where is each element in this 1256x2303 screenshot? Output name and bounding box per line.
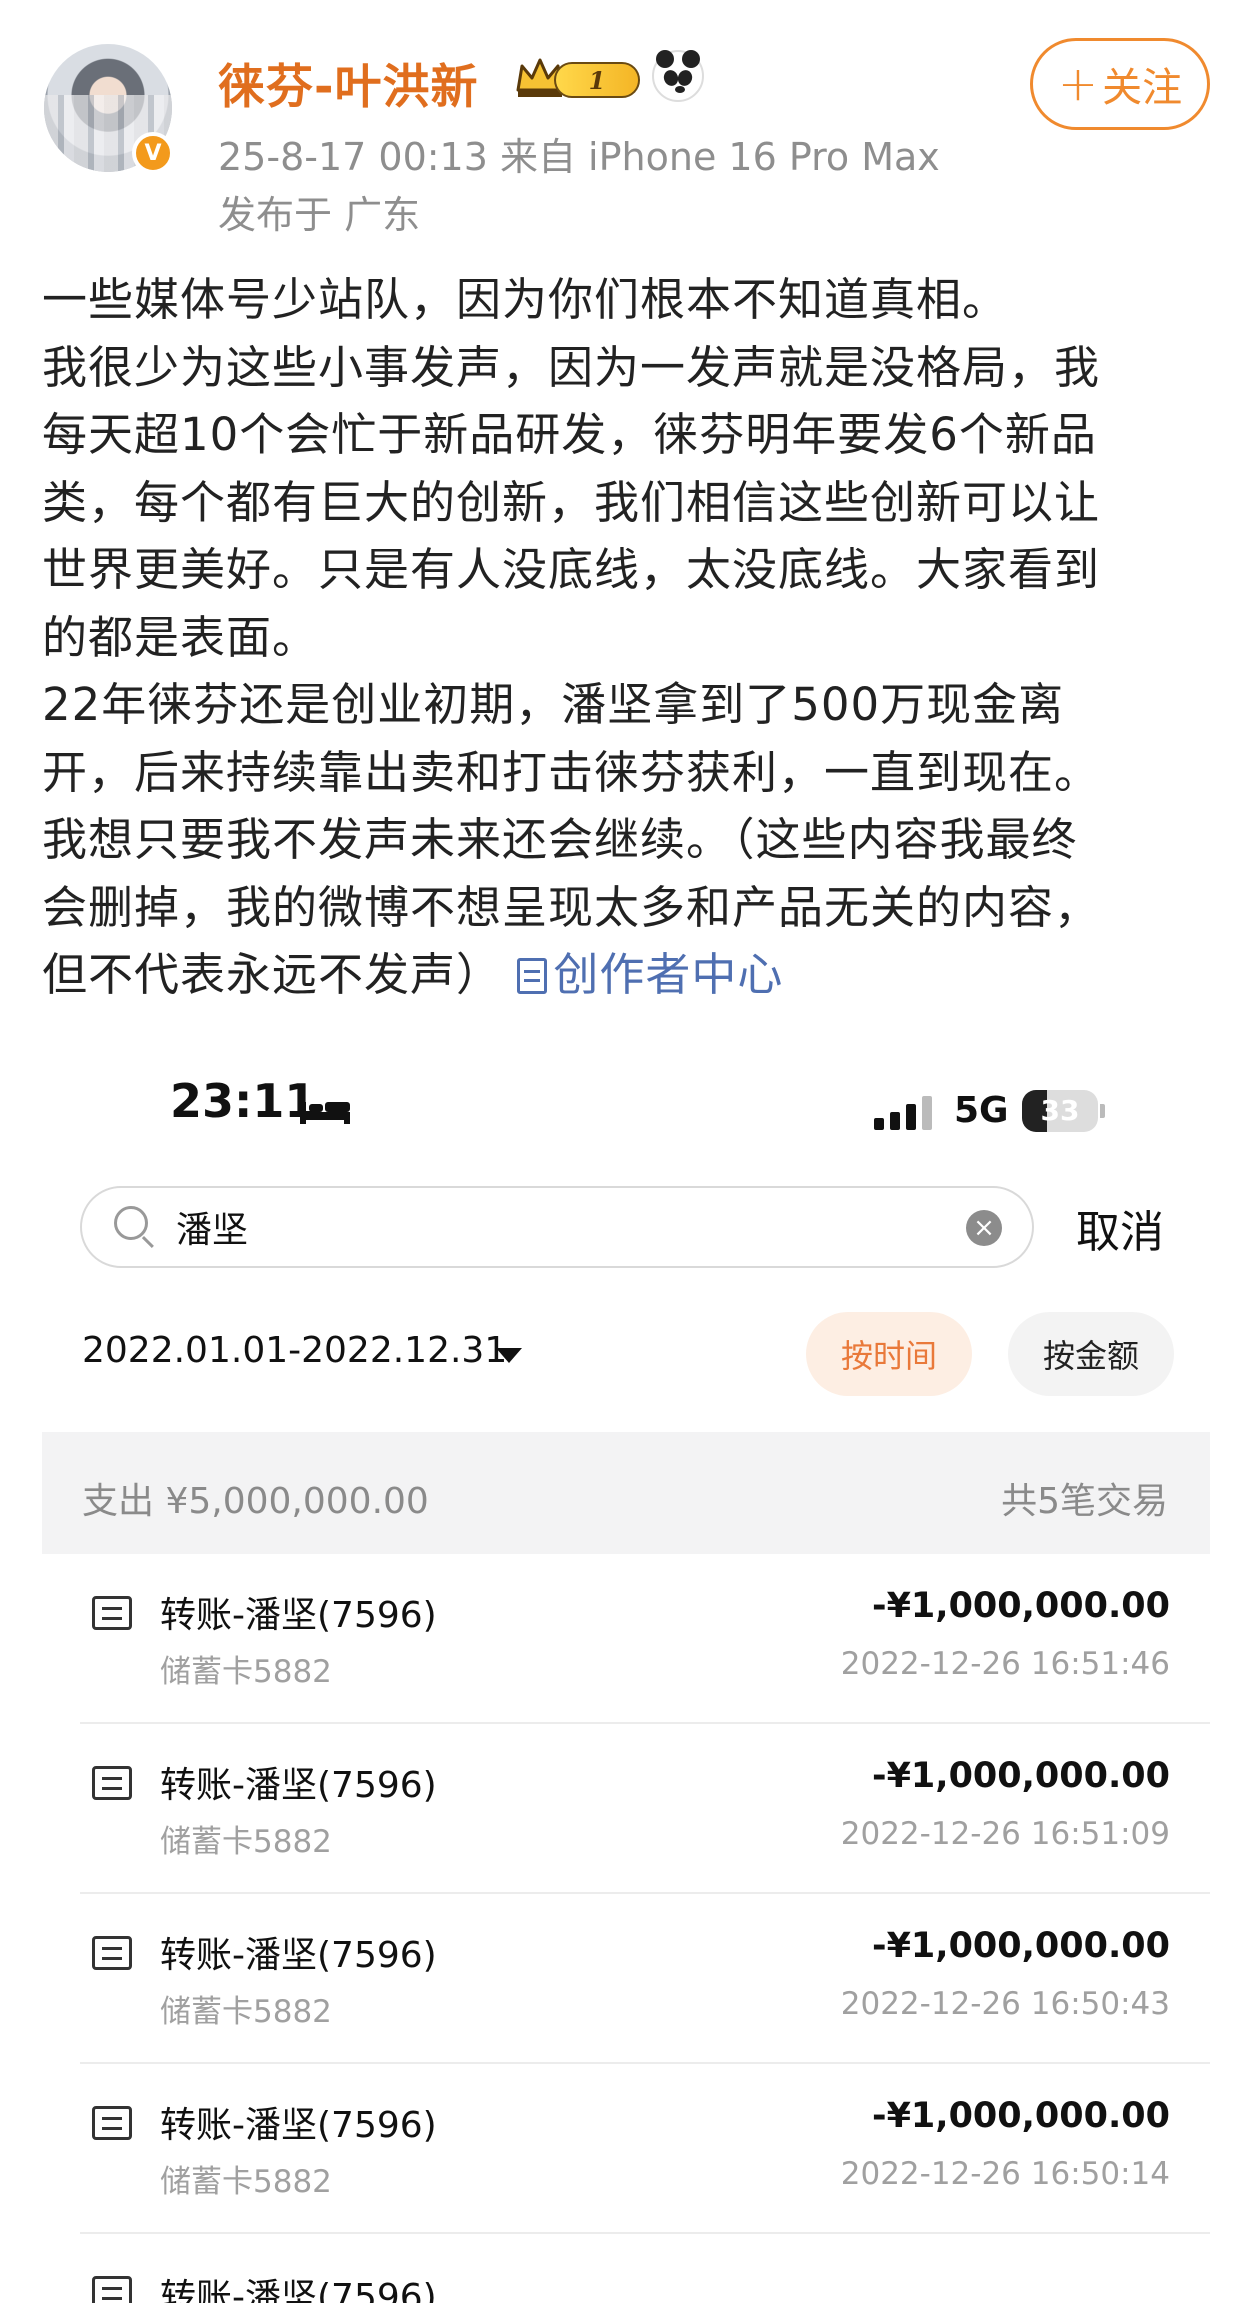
post-line: 会删掉，我的微博不想呈现太多和产品无关的内容， [42, 880, 1101, 934]
post-line: 类，每个都有巨大的创新，我们相信这些创新可以让 [42, 475, 1101, 529]
transaction-account: 储蓄卡5882 [160, 1654, 332, 1690]
post-line: 一些媒体号少站队，因为你们根本不知道真相。 [42, 273, 1009, 326]
transaction-row[interactable]: 转账-潘坚(7596) 储蓄卡5882 -¥1,000,000.00 2022-… [80, 1724, 1210, 1894]
network-label: 5G [954, 1090, 1009, 1131]
rank-badge[interactable]: 1 [514, 56, 640, 100]
plus-icon: + [1057, 56, 1099, 112]
transfer-icon [92, 2106, 132, 2140]
transaction-row-partial[interactable]: 转账-潘坚(7596) [80, 2234, 1210, 2303]
transaction-time: 2022-12-26 16:51:09 [840, 1816, 1170, 1852]
creator-center-link[interactable]: 创作者中心 [517, 948, 783, 1001]
cancel-button[interactable]: 取消 [1076, 1196, 1164, 1260]
transaction-account: 储蓄卡5882 [160, 2164, 332, 2200]
post-body: 一些媒体号少站队，因为你们根本不知道真相。 我很少为这些小事发声，因为一发声就是… [42, 266, 1222, 1009]
transaction-title: 转账-潘坚(7596) [160, 1765, 437, 1806]
sleep-focus-icon [300, 1102, 350, 1124]
transaction-title: 转账-潘坚(7596) [160, 1935, 437, 1976]
post-line: 世界更美好。只是有人没底线，太没底线。大家看到 [42, 543, 1101, 596]
clear-icon[interactable]: × [966, 1210, 1002, 1246]
post-meta: 25-8-17 00:13 来自 iPhone 16 Pro Max [218, 135, 940, 179]
transaction-account: 储蓄卡5882 [160, 1994, 332, 2030]
search-icon [114, 1206, 154, 1250]
transaction-amount: -¥1,000,000.00 [872, 1756, 1170, 1796]
status-time: 23:11 [170, 1074, 317, 1128]
transaction-row[interactable]: 转账-潘坚(7596) 储蓄卡5882 -¥1,000,000.00 2022-… [80, 1554, 1210, 1724]
panda-icon [652, 50, 704, 102]
search-box[interactable]: × [80, 1186, 1034, 1268]
search-input[interactable] [176, 1206, 876, 1247]
transaction-account: 储蓄卡5882 [160, 1824, 332, 1860]
summary-bar: 支出 ¥5,000,000.00 共5笔交易 [42, 1432, 1210, 1554]
post-line: 我想只要我不发声未来还会继续。（这些内容我最终 [42, 813, 1078, 866]
level-label: 1 [554, 62, 640, 98]
verified-badge-icon: V [132, 132, 174, 174]
transaction-time: 2022-12-26 16:50:14 [840, 2156, 1170, 2192]
transaction-count: 共5笔交易 [1001, 1481, 1168, 1522]
post-line: 我很少为这些小事发声，因为一发声就是没格局，我 [42, 340, 1101, 394]
post-location: 发布于 广东 [218, 193, 421, 237]
post-line: 每天超10个会忙于新品研发，徕芬明年要发6个新品 [42, 408, 1097, 461]
transfer-icon [92, 1596, 132, 1630]
transaction-row[interactable]: 转账-潘坚(7596) 储蓄卡5882 -¥1,000,000.00 2022-… [80, 2064, 1210, 2234]
post-line: 开，后来持续靠出卖和打击徕芬获利，一直到现在。 [42, 745, 1101, 799]
outflow-total: 支出 ¥5,000,000.00 [82, 1481, 429, 1522]
follow-button[interactable]: + 关注 [1030, 38, 1210, 130]
post-line: 的都是表面。 [42, 610, 319, 664]
transaction-row[interactable]: 转账-潘坚(7596) 储蓄卡5882 -¥1,000,000.00 2022-… [80, 1894, 1210, 2064]
signal-icon [874, 1096, 932, 1130]
date-range-selector[interactable]: 2022.01.01-2022.12.31 [82, 1330, 507, 1371]
battery-icon: 33 [1022, 1090, 1098, 1132]
sort-by-amount-button[interactable]: 按金额 [1008, 1312, 1174, 1396]
transaction-title: 转账-潘坚(7596) [160, 1595, 437, 1636]
sort-by-time-button[interactable]: 按时间 [806, 1312, 972, 1396]
caret-down-icon[interactable] [496, 1348, 522, 1363]
transaction-title: 转账-潘坚(7596) [160, 2277, 437, 2303]
transaction-title: 转账-潘坚(7596) [160, 2105, 437, 2146]
transaction-amount: -¥1,000,000.00 [872, 1586, 1170, 1626]
creator-center-label: 创作者中心 [553, 948, 784, 1001]
post-line-last: 但不代表永远不发声） 创作者中心 [42, 941, 1222, 1009]
post-line-text: 但不代表永远不发声） [42, 948, 503, 1001]
transaction-time: 2022-12-26 16:50:43 [840, 1986, 1170, 2022]
transfer-icon [92, 1936, 132, 1970]
battery-tip [1100, 1104, 1105, 1118]
document-icon [517, 958, 548, 994]
transaction-amount: -¥1,000,000.00 [872, 1926, 1170, 1966]
transaction-time: 2022-12-26 16:51:46 [840, 1646, 1170, 1682]
battery-percent: 33 [1040, 1094, 1080, 1127]
transaction-amount: -¥1,000,000.00 [872, 2096, 1170, 2136]
follow-label: 关注 [1102, 65, 1183, 111]
transfer-icon [92, 2276, 132, 2303]
transfer-icon [92, 1766, 132, 1800]
post-line: 22年徕芬还是创业初期，潘坚拿到了500万现金离 [42, 678, 1065, 731]
username[interactable]: 徕芬-叶洪新 [218, 48, 479, 117]
